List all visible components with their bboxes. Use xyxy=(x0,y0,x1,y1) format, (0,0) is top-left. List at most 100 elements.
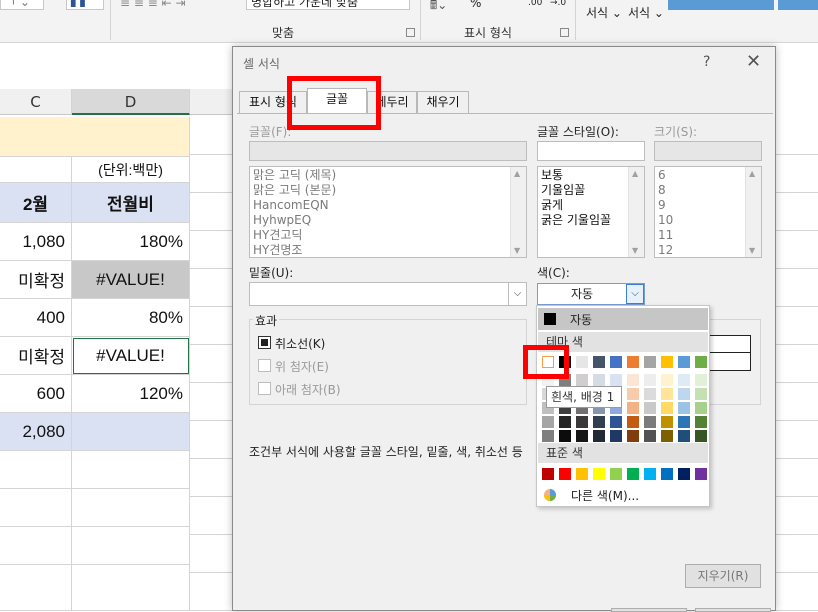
table-cell[interactable]: 400 xyxy=(0,299,72,337)
tab-fill[interactable]: 채우기 xyxy=(417,91,469,113)
increase-decimal-button[interactable]: .00 xyxy=(528,0,542,8)
theme-tint-swatch[interactable] xyxy=(695,430,707,442)
table-cell[interactable]: 600 xyxy=(0,375,72,413)
ok-button[interactable] xyxy=(611,608,687,612)
theme-tint-swatch[interactable] xyxy=(644,374,656,386)
subscript-checkbox[interactable] xyxy=(258,382,271,395)
auto-color-row[interactable]: 자동 xyxy=(538,308,708,330)
theme-tint-swatch[interactable] xyxy=(661,416,673,428)
theme-tint-swatch[interactable] xyxy=(559,416,571,428)
format-as-table-button[interactable]: 서식 ⌄ xyxy=(628,4,664,21)
empty-cell[interactable] xyxy=(0,565,72,611)
theme-tint-swatch[interactable] xyxy=(593,416,605,428)
font-list[interactable]: 맑은 고딕 (제목) 맑은 고딕 (본문) HancomEQN HyhwpEQ … xyxy=(249,166,527,258)
underline-combo[interactable]: ⌵ xyxy=(249,282,527,306)
font-style-field[interactable] xyxy=(537,141,645,161)
column-header-d[interactable]: D xyxy=(72,89,190,115)
list-item[interactable]: HY견고딕 xyxy=(250,228,526,243)
close-button[interactable]: ✕ xyxy=(746,51,761,72)
standard-color-swatch[interactable] xyxy=(695,468,707,480)
title-row-cell[interactable] xyxy=(0,117,190,157)
help-button[interactable]: ? xyxy=(703,54,710,70)
theme-tint-swatch[interactable] xyxy=(644,416,656,428)
column-e-cells[interactable] xyxy=(190,117,232,611)
theme-tint-swatch[interactable] xyxy=(627,416,639,428)
empty-cell[interactable] xyxy=(72,527,190,565)
theme-tint-swatch[interactable] xyxy=(678,402,690,414)
table-cell[interactable]: 미확정 xyxy=(0,337,72,375)
theme-tint-swatch[interactable] xyxy=(678,374,690,386)
table-cell-error[interactable]: #VALUE! xyxy=(72,337,190,375)
theme-tint-swatch[interactable] xyxy=(695,374,707,386)
theme-tint-swatch[interactable] xyxy=(627,430,639,442)
align-dialog-launcher[interactable] xyxy=(406,28,415,37)
empty-cell[interactable] xyxy=(0,489,72,527)
empty-cell[interactable] xyxy=(72,565,190,611)
chevron-down-icon[interactable]: ⌵ xyxy=(508,283,526,305)
scroll-down-icon[interactable]: ▼ xyxy=(749,246,755,255)
theme-tint-swatch[interactable] xyxy=(695,416,707,428)
theme-color-swatch[interactable] xyxy=(661,356,673,368)
table-cell[interactable]: 120% xyxy=(72,375,190,413)
empty-cell[interactable] xyxy=(0,527,72,565)
total-cell[interactable]: 2,080 xyxy=(0,413,72,451)
standard-color-swatch[interactable] xyxy=(627,468,639,480)
column-header-e[interactable] xyxy=(190,89,236,115)
theme-color-swatch[interactable] xyxy=(678,356,690,368)
accounting-icon[interactable]: 🖩⌄ xyxy=(430,0,447,17)
table-cell[interactable]: 80% xyxy=(72,299,190,337)
list-item[interactable]: 맑은 고딕 (제목) xyxy=(250,168,526,183)
scroll-down-icon[interactable]: ▼ xyxy=(632,246,638,255)
font-name-field[interactable] xyxy=(249,141,527,161)
font-size-list[interactable]: 6 8 9 10 11 12 ▲ ▼ xyxy=(654,166,762,258)
strikethrough-checkbox[interactable] xyxy=(258,336,271,349)
decrease-decimal-button[interactable]: →.0 xyxy=(550,0,566,8)
header-month[interactable]: 2월 xyxy=(0,183,72,223)
total-cell[interactable] xyxy=(72,413,190,451)
theme-tint-swatch[interactable] xyxy=(593,430,605,442)
theme-tint-swatch[interactable] xyxy=(610,416,622,428)
theme-tint-swatch[interactable] xyxy=(593,374,605,386)
theme-tint-swatch[interactable] xyxy=(678,388,690,400)
theme-tint-swatch[interactable] xyxy=(627,374,639,386)
list-item[interactable]: 맑은 고딕 (본문) xyxy=(250,183,526,198)
standard-color-swatch[interactable] xyxy=(559,468,571,480)
theme-tint-swatch[interactable] xyxy=(576,374,588,386)
theme-color-swatch[interactable] xyxy=(695,356,707,368)
list-item[interactable]: HY견명조 xyxy=(250,243,526,257)
standard-color-swatch[interactable] xyxy=(542,468,554,480)
standard-color-swatch[interactable] xyxy=(661,468,673,480)
theme-tint-swatch[interactable] xyxy=(576,416,588,428)
theme-tint-swatch[interactable] xyxy=(542,430,554,442)
scrollbar[interactable]: ▲ ▼ xyxy=(628,167,644,257)
unit-label[interactable]: (단위:백만) xyxy=(72,157,190,183)
theme-tint-swatch[interactable] xyxy=(644,402,656,414)
theme-tint-swatch[interactable] xyxy=(678,430,690,442)
cell-style-good[interactable] xyxy=(668,0,774,10)
scroll-up-icon[interactable]: ▲ xyxy=(632,169,638,178)
conditional-format-button[interactable]: 서식 ⌄ xyxy=(586,4,622,21)
superscript-checkbox[interactable] xyxy=(258,359,271,372)
cell-style-neutral[interactable] xyxy=(778,0,818,10)
more-colors-row[interactable]: 다른 색(M)... xyxy=(541,486,707,504)
theme-tint-swatch[interactable] xyxy=(610,430,622,442)
table-cell[interactable]: 180% xyxy=(72,223,190,261)
theme-tint-swatch[interactable] xyxy=(610,374,622,386)
theme-tint-swatch[interactable] xyxy=(661,374,673,386)
empty-cell[interactable] xyxy=(0,451,72,489)
theme-color-swatch[interactable] xyxy=(610,356,622,368)
theme-tint-swatch[interactable] xyxy=(559,430,571,442)
table-cell[interactable]: 1,080 xyxy=(0,223,72,261)
table-cell-error[interactable]: #VALUE! xyxy=(72,261,190,299)
merge-center-button[interactable]: 병합하고 가운데 맞춤 xyxy=(246,0,410,10)
list-item[interactable]: HyhwpEQ xyxy=(250,213,526,228)
standard-color-swatch[interactable] xyxy=(678,468,690,480)
theme-tint-swatch[interactable] xyxy=(576,430,588,442)
scrollbar[interactable]: ▲ ▼ xyxy=(745,167,761,257)
standard-color-swatch[interactable] xyxy=(644,468,656,480)
header-mom[interactable]: 전월비 xyxy=(72,183,190,223)
theme-color-swatch[interactable] xyxy=(576,356,588,368)
font-style-list[interactable]: 보통 기울임꼴 굵게 굵은 기울임꼴 ▲ ▼ xyxy=(537,166,645,258)
empty-cell[interactable] xyxy=(72,489,190,527)
table-cell[interactable]: 미확정 xyxy=(0,261,72,299)
